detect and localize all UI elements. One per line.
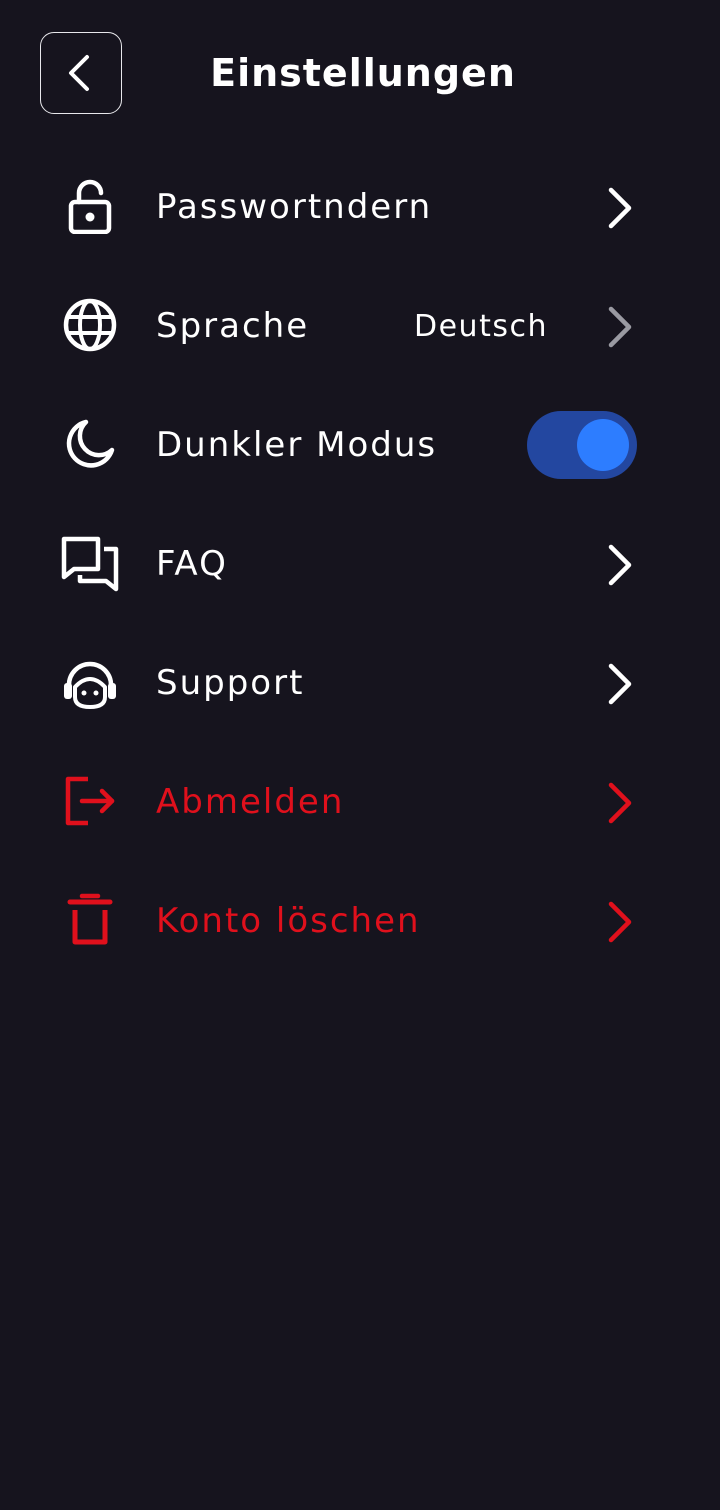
settings-item-label: Support: [156, 663, 305, 703]
headset-icon: [60, 652, 120, 712]
settings-item-password[interactable]: Passwortndern: [0, 148, 720, 267]
logout-icon: [60, 771, 120, 831]
settings-item-faq[interactable]: FAQ: [0, 505, 720, 624]
toggle-knob: [577, 419, 629, 471]
settings-item-delete-account[interactable]: Konto löschen: [0, 862, 720, 981]
globe-icon: [60, 295, 120, 355]
page-title: Einstellungen: [210, 51, 516, 95]
chevron-right-icon: [608, 187, 632, 229]
lock-icon: [60, 176, 120, 236]
dark-mode-toggle[interactable]: [527, 411, 637, 479]
language-value: Deutsch: [414, 309, 548, 344]
settings-item-label: FAQ: [156, 544, 228, 584]
settings-item-label: Passwortndern: [156, 187, 433, 227]
header: Einstellungen: [0, 0, 720, 150]
chevron-right-icon: [608, 782, 632, 824]
back-button[interactable]: [40, 32, 122, 114]
settings-item-support[interactable]: Support: [0, 624, 720, 743]
settings-item-language[interactable]: Sprache Deutsch: [0, 267, 720, 386]
settings-item-logout[interactable]: Abmelden: [0, 743, 720, 862]
settings-item-label: Dunkler Modus: [156, 425, 438, 465]
trash-icon: [60, 890, 120, 950]
settings-item-label: Sprache: [156, 306, 310, 346]
chevron-left-icon: [69, 55, 89, 91]
moon-icon: [60, 414, 120, 474]
settings-item-label: Konto löschen: [156, 901, 421, 941]
chevron-right-icon: [608, 663, 632, 705]
chevron-right-icon: [608, 901, 632, 943]
chat-bubbles-icon: [60, 533, 120, 593]
settings-item-label: Abmelden: [156, 782, 345, 822]
chevron-right-icon: [608, 306, 632, 348]
chevron-right-icon: [608, 544, 632, 586]
